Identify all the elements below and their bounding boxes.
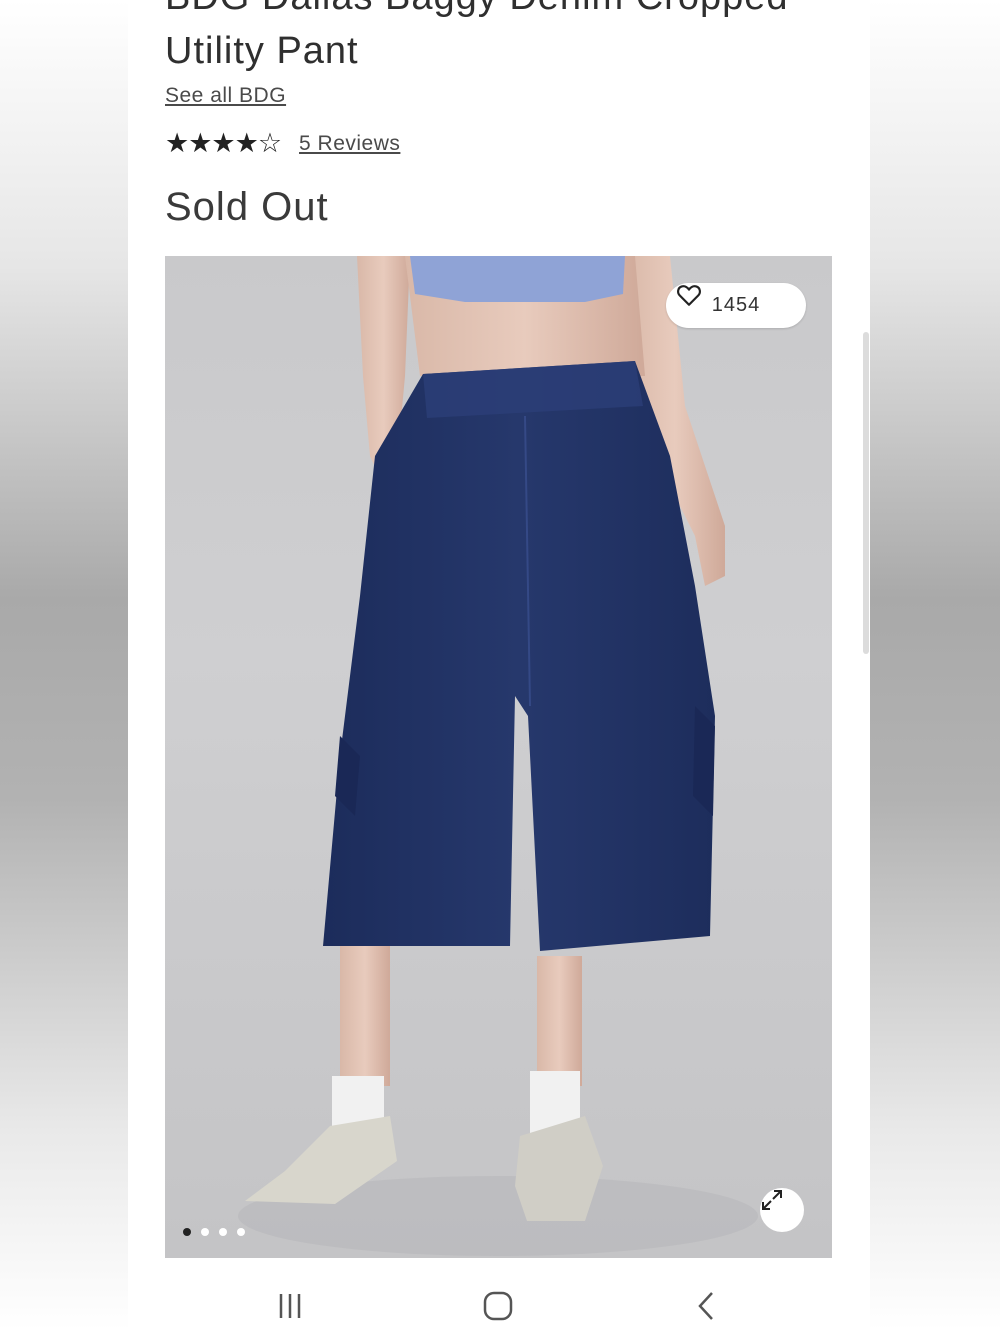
recents-icon [279, 1294, 301, 1318]
pagination-dot-4[interactable] [237, 1228, 245, 1236]
back-button[interactable] [676, 1286, 736, 1326]
rating-stars: ★★★★☆ [165, 128, 282, 159]
scrollbar[interactable] [863, 332, 869, 654]
product-title: BDG Dallas Baggy Denim Cropped Utility P… [165, 0, 788, 72]
home-button[interactable] [468, 1286, 528, 1326]
background-blur-right [870, 0, 1000, 1330]
product-photo-illustration [238, 256, 758, 1256]
phone-screen: BDG Dallas Baggy Denim Cropped Utility P… [128, 0, 870, 1330]
home-icon [483, 1291, 513, 1321]
system-navigation-bar [128, 1268, 870, 1330]
back-chevron-icon [698, 1292, 713, 1320]
availability-status: Sold Out [165, 185, 329, 229]
recents-button[interactable] [260, 1286, 320, 1326]
product-rating: ★★★★☆ 5 Reviews [165, 128, 400, 159]
expand-arrows-icon [762, 1190, 782, 1210]
reviews-link[interactable]: 5 Reviews [299, 132, 400, 156]
wishlist-button[interactable]: 1454 [666, 283, 806, 328]
heart-outline-icon [677, 285, 701, 306]
pagination-dot-3[interactable] [219, 1228, 227, 1236]
like-count: 1454 [711, 294, 761, 316]
product-image[interactable]: 1454 [165, 256, 832, 1258]
pagination-dot-2[interactable] [201, 1228, 209, 1236]
expand-image-button[interactable] [760, 1188, 804, 1232]
image-pagination[interactable] [183, 1228, 255, 1236]
pagination-dot-1[interactable] [183, 1228, 191, 1236]
background-blur-left [0, 0, 128, 1330]
see-all-brand-link[interactable]: See all BDG [165, 84, 286, 108]
